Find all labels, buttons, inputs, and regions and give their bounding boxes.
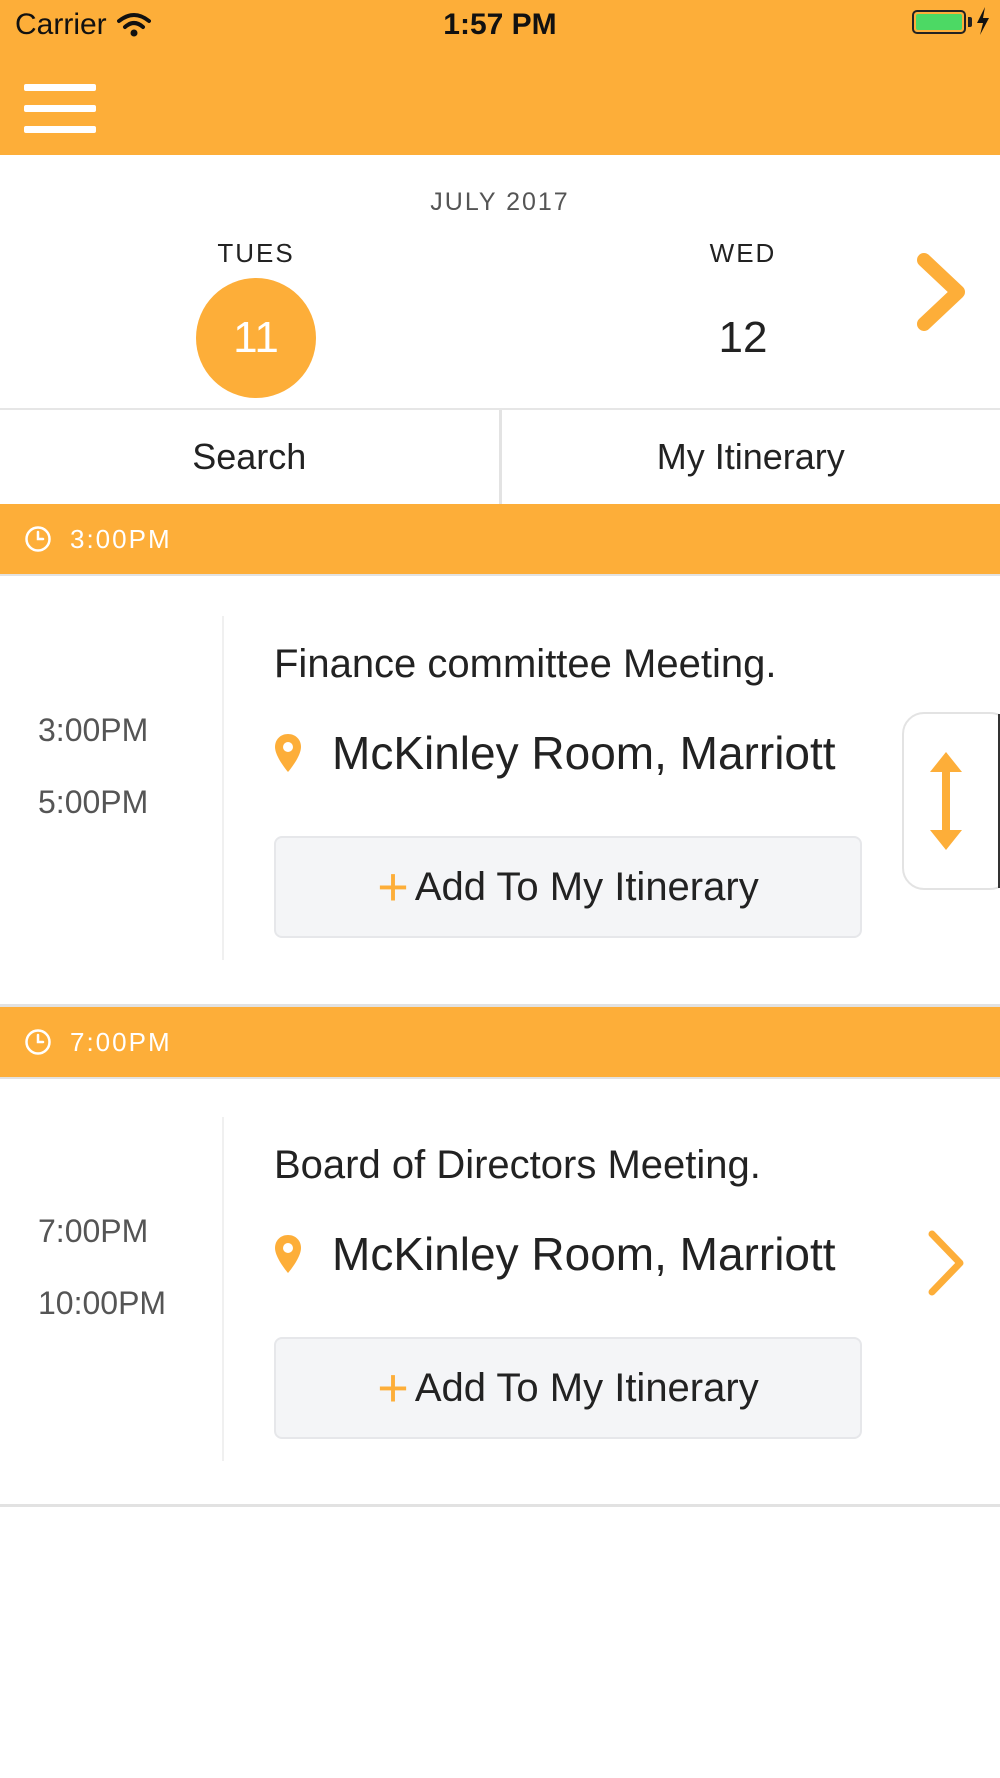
resize-arrow-glyph [930,752,962,850]
event-location-text: McKinley Room, Marriott [332,727,836,779]
row-separator [0,1504,1000,1507]
location-pin-icon [275,1235,301,1273]
charging-bolt-icon [977,7,989,35]
status-time: 1:57 PM [443,8,557,41]
event-end-time: 10:00PM [38,1285,167,1321]
header-bar: Carrier 1:57 PM [0,0,1000,155]
time-divider [222,616,224,960]
add-to-itinerary-label: Add To My Itinerary [414,1365,759,1410]
time-section-header: 3:00PM [0,504,1000,576]
location-pin-icon [275,734,301,772]
chevron-right-icon[interactable] [912,252,972,332]
event-location: McKinley Room, Marriott [274,726,836,780]
add-to-itinerary-button[interactable]: + Add To My Itinerary [274,1337,862,1439]
plus-icon: + [377,1358,409,1418]
plus-icon: + [377,857,409,917]
event-title: Board of Directors Meeting. [274,1143,761,1187]
event-title: Finance committee Meeting. [274,642,777,686]
day-name-wed: WED [709,238,777,268]
battery-icon [912,10,966,34]
event-time-range: 7:00PM 10:00PM [38,1213,166,1357]
event-time-range: 3:00PM 5:00PM [38,712,148,856]
add-to-itinerary-button[interactable]: + Add To My Itinerary [274,836,862,938]
tab-my-itinerary[interactable]: My Itinerary [498,410,1000,506]
battery-tip [968,17,972,27]
event-start-time: 7:00PM [38,1213,149,1249]
chevron-right-icon[interactable] [924,1228,968,1298]
calendar-month: JULY 2017 [430,188,570,216]
day-name-tues: TUES [217,238,295,268]
vertical-resize-arrow-icon[interactable] [902,712,1000,890]
event-end-time: 5:00PM [38,784,149,820]
clock-icon [25,526,51,552]
event-start-time: 3:00PM [38,712,149,748]
time-divider [222,1117,224,1461]
event-location-text: McKinley Room, Marriott [332,1228,836,1280]
day-number[interactable]: 12 [683,278,803,398]
time-section-label: 3:00PM [70,523,172,554]
app-screen: Carrier 1:57 PM JULY 2017 TUES 11 WED 12… [0,0,1000,1778]
time-section-label: 7:00PM [70,1026,172,1057]
event-location: McKinley Room, Marriott [274,1227,836,1281]
time-section-header: 7:00PM [0,1007,1000,1079]
view-tabs: Search My Itinerary [0,408,1000,506]
add-to-itinerary-label: Add To My Itinerary [414,864,759,909]
hamburger-menu-icon[interactable] [24,84,96,134]
day-number-selected[interactable]: 11 [196,278,316,398]
clock-icon [25,1029,51,1055]
tab-search[interactable]: Search [0,410,499,506]
